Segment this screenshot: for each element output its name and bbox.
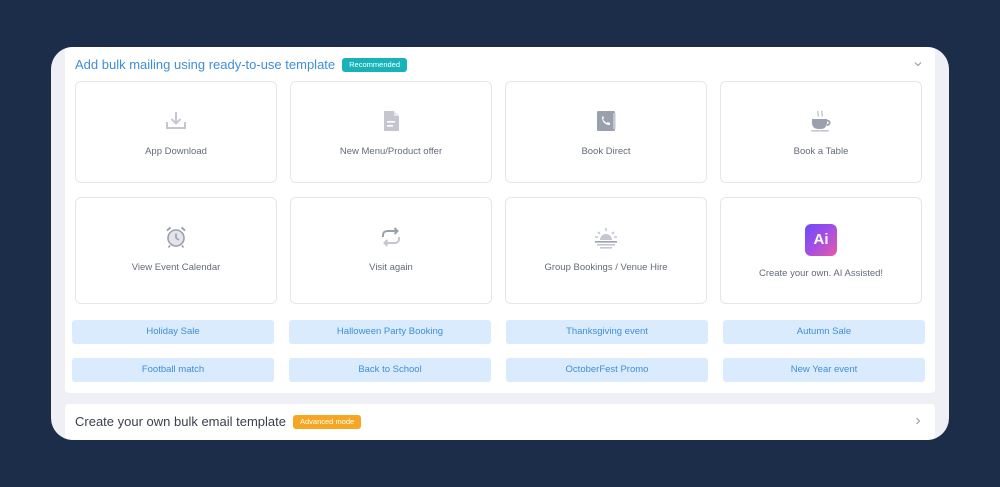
template-card-group-bookings[interactable]: Group Bookings / Venue Hire bbox=[505, 197, 707, 304]
download-icon bbox=[166, 112, 186, 129]
template-card-label: Create your own. AI Assisted! bbox=[758, 268, 884, 279]
coffee-cup-icon bbox=[811, 110, 831, 132]
ready-templates-title: Add bulk mailing using ready-to-use temp… bbox=[75, 57, 336, 72]
chevron-right-icon[interactable] bbox=[913, 416, 923, 426]
advanced-mode-badge: Advanced mode bbox=[293, 414, 362, 429]
template-card-label: App Download bbox=[145, 146, 207, 157]
template-panel: Add bulk mailing using ready-to-use temp… bbox=[51, 47, 949, 440]
template-card-label: Book Direct bbox=[581, 146, 631, 157]
chip-holiday-sale[interactable]: Holiday Sale bbox=[72, 320, 274, 344]
template-card-book-direct[interactable]: Book Direct bbox=[505, 81, 707, 183]
chip-halloween-party-booking[interactable]: Halloween Party Booking bbox=[289, 320, 491, 344]
ai-icon: Ai bbox=[805, 224, 837, 256]
ready-templates-header[interactable]: Add bulk mailing using ready-to-use temp… bbox=[75, 57, 407, 72]
document-icon bbox=[384, 111, 399, 131]
template-card-label: New Menu/Product offer bbox=[339, 146, 443, 157]
template-card-label: Visit again bbox=[369, 262, 413, 273]
chip-thanksgiving-event[interactable]: Thanksgiving event bbox=[506, 320, 708, 344]
chip-octoberfest-promo[interactable]: OctoberFest Promo bbox=[506, 358, 708, 382]
chevron-down-icon[interactable] bbox=[913, 59, 923, 69]
custom-template-title: Create your own bulk email template bbox=[75, 414, 286, 429]
template-card-app-download[interactable]: App Download bbox=[75, 81, 277, 183]
custom-template-header[interactable]: Create your own bulk email template Adva… bbox=[75, 414, 362, 429]
template-card-book-table[interactable]: Book a Table bbox=[720, 81, 922, 183]
chip-back-to-school[interactable]: Back to School bbox=[289, 358, 491, 382]
template-card-label: Group Bookings / Venue Hire bbox=[544, 262, 668, 273]
template-card-label: View Event Calendar bbox=[131, 262, 221, 273]
chip-football-match[interactable]: Football match bbox=[72, 358, 274, 382]
chip-new-year-event[interactable]: New Year event bbox=[723, 358, 925, 382]
ready-templates-section: Add bulk mailing using ready-to-use temp… bbox=[65, 47, 935, 393]
template-card-label: Book a Table bbox=[793, 146, 849, 157]
custom-template-section[interactable]: Create your own bulk email template Adva… bbox=[65, 404, 935, 440]
recommended-badge: Recommended bbox=[342, 57, 407, 72]
repeat-icon bbox=[382, 227, 400, 247]
template-card-new-menu[interactable]: New Menu/Product offer bbox=[290, 81, 492, 183]
sunrise-icon bbox=[595, 228, 617, 249]
alarm-clock-icon bbox=[166, 226, 186, 248]
template-card-visit-again[interactable]: Visit again bbox=[290, 197, 492, 304]
template-card-ai-assisted[interactable]: Ai Create your own. AI Assisted! bbox=[720, 197, 922, 304]
template-card-event-calendar[interactable]: View Event Calendar bbox=[75, 197, 277, 304]
chip-autumn-sale[interactable]: Autumn Sale bbox=[723, 320, 925, 344]
phone-book-icon bbox=[597, 111, 616, 131]
